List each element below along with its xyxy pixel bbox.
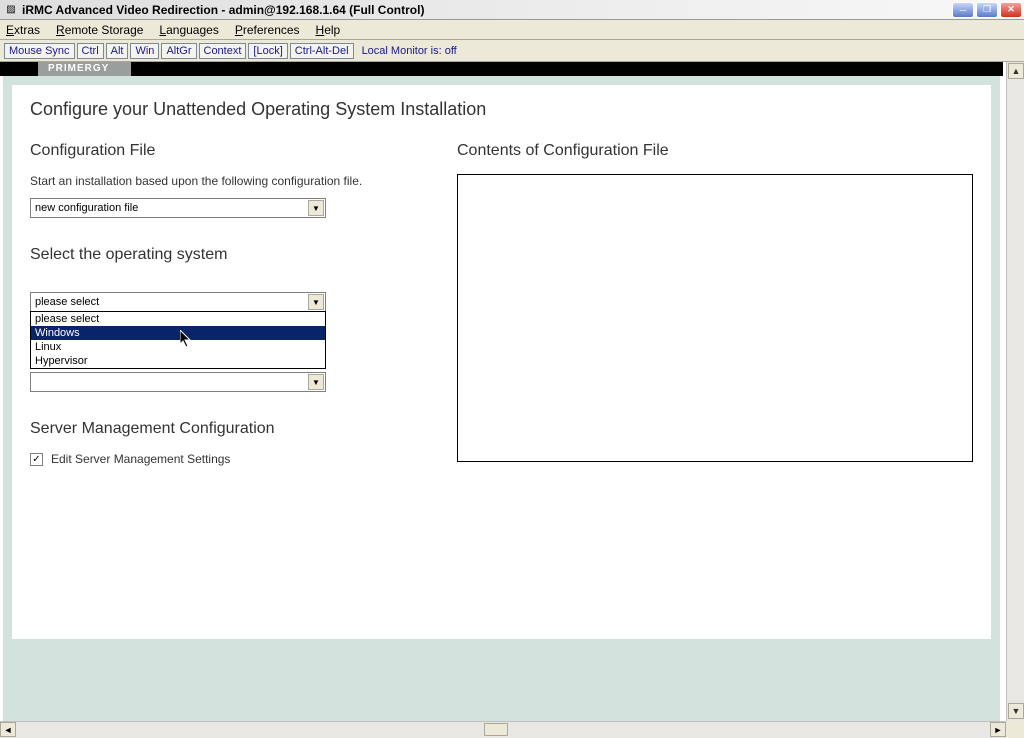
minimize-button[interactable]: ─ xyxy=(952,2,974,18)
scrollbar-thumb[interactable] xyxy=(484,723,508,736)
menubar: Extras Remote Storage Languages Preferen… xyxy=(0,20,1024,40)
alt-button[interactable]: Alt xyxy=(106,43,129,59)
context-button[interactable]: Context xyxy=(199,43,247,59)
ctrl-button[interactable]: Ctrl xyxy=(77,43,104,59)
config-file-select[interactable]: new configuration file ▼ xyxy=(30,198,326,218)
os-value: please select xyxy=(35,296,99,308)
menu-preferences[interactable]: Preferences xyxy=(235,23,300,37)
config-file-heading: Configuration File xyxy=(30,142,417,160)
config-contents-box[interactable] xyxy=(457,174,973,462)
altgr-button[interactable]: AltGr xyxy=(161,43,196,59)
scroll-up-icon[interactable]: ▲ xyxy=(1008,63,1024,79)
menu-help[interactable]: Help xyxy=(316,23,341,37)
os-subselect[interactable]: ▼ xyxy=(30,372,326,392)
right-column: Contents of Configuration File xyxy=(457,142,973,466)
content-panel: Configure your Unattended Operating Syst… xyxy=(11,84,992,640)
os-option-windows[interactable]: Windows xyxy=(31,326,325,340)
contents-heading: Contents of Configuration File xyxy=(457,142,973,160)
close-button[interactable]: ✕ xyxy=(1000,2,1022,18)
os-dropdown-list: please select Windows Linux Hypervisor xyxy=(30,311,326,369)
os-option-please-select[interactable]: please select xyxy=(31,312,325,326)
os-heading: Select the operating system xyxy=(30,246,417,264)
os-select[interactable]: please select ▼ please select Windows Li… xyxy=(30,292,326,312)
app-icon: ▨ xyxy=(4,3,18,17)
dropdown-arrow-icon[interactable]: ▼ xyxy=(308,374,324,390)
os-option-linux[interactable]: Linux xyxy=(31,340,325,354)
edit-server-mgmt-checkbox[interactable]: ✓ xyxy=(30,453,43,466)
local-monitor-status: Local Monitor is: off xyxy=(362,45,457,57)
server-mgmt-heading: Server Management Configuration xyxy=(30,420,417,438)
vertical-scrollbar[interactable]: ▲ ▼ xyxy=(1006,62,1024,721)
os-option-hypervisor[interactable]: Hypervisor xyxy=(31,354,325,368)
dropdown-arrow-icon[interactable]: ▼ xyxy=(308,200,324,216)
edit-server-mgmt-label: Edit Server Management Settings xyxy=(51,452,230,466)
lock-button[interactable]: [Lock] xyxy=(248,43,287,59)
menu-remote-storage[interactable]: Remote Storage xyxy=(56,23,143,37)
window-title: iRMC Advanced Video Redirection - admin@… xyxy=(22,3,950,17)
ctrl-alt-del-button[interactable]: Ctrl-Alt-Del xyxy=(290,43,354,59)
scroll-right-icon[interactable]: ► xyxy=(990,722,1006,737)
config-file-subtext: Start an installation based upon the fol… xyxy=(30,174,417,188)
maximize-button[interactable]: ❐ xyxy=(976,2,998,18)
content-outer: Configure your Unattended Operating Syst… xyxy=(3,76,1000,721)
win-button[interactable]: Win xyxy=(130,43,159,59)
scroll-down-icon[interactable]: ▼ xyxy=(1008,703,1024,719)
scroll-corner xyxy=(1006,721,1024,738)
page-title: Configure your Unattended Operating Syst… xyxy=(30,99,973,120)
scroll-left-icon[interactable]: ◄ xyxy=(0,722,16,737)
brand-label: PRIMERGY xyxy=(38,62,131,76)
edit-server-mgmt-row[interactable]: ✓ Edit Server Management Settings xyxy=(30,452,417,466)
menu-languages[interactable]: Languages xyxy=(159,23,218,37)
dropdown-arrow-icon[interactable]: ▼ xyxy=(308,294,324,310)
toolbar: Mouse Sync Ctrl Alt Win AltGr Context [L… xyxy=(0,40,1024,62)
left-column: Configuration File Start an installation… xyxy=(30,142,417,466)
menu-extras[interactable]: Extras xyxy=(6,23,40,37)
mouse-sync-button[interactable]: Mouse Sync xyxy=(4,43,75,59)
horizontal-scrollbar[interactable]: ◄ ► xyxy=(0,721,1006,738)
brand-bar: PRIMERGY xyxy=(0,62,1003,76)
config-file-value: new configuration file xyxy=(35,202,138,214)
window-titlebar: ▨ iRMC Advanced Video Redirection - admi… xyxy=(0,0,1024,20)
scrollbar-track[interactable] xyxy=(16,722,990,738)
remote-viewport: PRIMERGY Configure your Unattended Opera… xyxy=(0,62,1024,721)
